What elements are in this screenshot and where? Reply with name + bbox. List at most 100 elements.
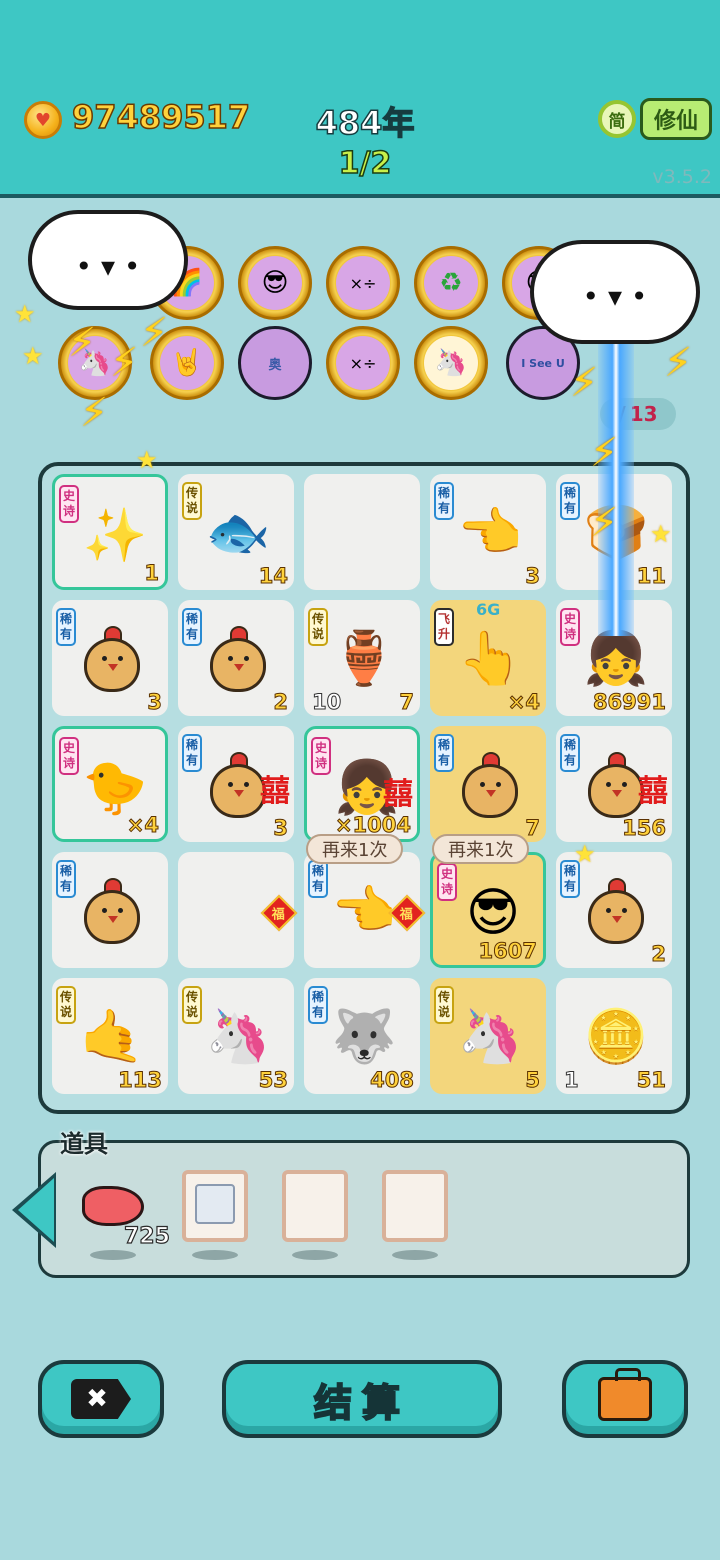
lightning-bolt-icon: ⚡ [140, 310, 169, 356]
chick-icon [208, 626, 268, 692]
hand-fu-icon: 👈 [331, 880, 397, 941]
board-cell[interactable]: 飞升 👆 6G ×4 [430, 600, 546, 716]
chick-icon [208, 752, 268, 818]
board-cell[interactable]: 🪙 51 1 [556, 978, 672, 1094]
board-cell[interactable]: 福 [178, 852, 298, 968]
unicorn-coin-icon[interactable]: 🦄 [414, 326, 488, 400]
math-coin-icon[interactable]: ×÷ [326, 246, 400, 320]
lightning-bolt-icon: ⚡ [570, 360, 599, 406]
lightning-bolt-icon: ⚡ [80, 390, 109, 436]
liver-tool-icon[interactable] [82, 1186, 144, 1226]
tool-shadow [292, 1250, 338, 1260]
retry-bubble-left[interactable]: 再来1次 [306, 834, 404, 864]
board-cell[interactable]: 史诗 ✨ 1 [52, 474, 168, 590]
cloud-left-icon: • ▾ • [28, 210, 188, 310]
rarity-badge: 传说 [182, 482, 202, 520]
board-cell[interactable]: 稀有 2 [556, 852, 672, 968]
rarity-badge: 史诗 [59, 485, 79, 523]
item-count: 7 [525, 816, 541, 841]
rarity-badge: 稀有 [308, 860, 328, 898]
rarity-badge: 稀有 [182, 608, 202, 646]
cloud-right-icon: • ▾ • [530, 240, 700, 344]
close-icon: ✖ [71, 1379, 131, 1419]
husky-icon: 🐺 [331, 1006, 397, 1067]
rarity-badge: 稀有 [56, 608, 76, 646]
retry-bubble-right[interactable]: 再来1次 [432, 834, 530, 864]
board-cell[interactable]: 稀有囍 3 [178, 726, 294, 842]
board-cell[interactable]: 稀有 👈 福 [304, 852, 426, 968]
board-cell[interactable]: 传说 🤙 113 [52, 978, 168, 1094]
item-level: 10 [311, 690, 342, 715]
recycle-coin-icon[interactable]: ♻ [414, 246, 488, 320]
backpack-button[interactable] [562, 1360, 688, 1438]
chick-icon [82, 626, 142, 692]
item-count: 51 [636, 1068, 666, 1093]
tool-shadow [90, 1250, 136, 1260]
board-cell[interactable]: 传说 🏺 7 10 [304, 600, 420, 716]
board-cell[interactable]: 稀有 [52, 852, 168, 968]
board-cell[interactable]: 史诗 🐤 ×4 [52, 726, 168, 842]
double-happiness-icon: 囍 [638, 774, 668, 809]
unicorn-crossed-icon: 🦄 [457, 1006, 523, 1067]
lightning-beam [598, 336, 634, 636]
tool-slot-claw-machine[interactable] [182, 1170, 248, 1242]
star-icon: ★ [574, 840, 596, 868]
language-toggle-button[interactable]: 简 [598, 100, 636, 138]
rarity-badge: 传说 [182, 986, 202, 1024]
lightning-bolt-icon: ⚡ [590, 430, 619, 476]
chick-icon [586, 878, 646, 944]
item-count: ×4 [507, 690, 540, 715]
board-cell[interactable]: 史诗 👧 囍 ×1004 [304, 726, 420, 842]
board-cell[interactable]: 传说 🦄 53 [178, 978, 294, 1094]
fu-charm-icon: 福 [260, 894, 298, 932]
gold-coin-stars-icon: 🪙 [583, 1006, 649, 1067]
item-count: 14 [258, 564, 288, 589]
tools-prev-arrow-icon[interactable] [18, 1178, 54, 1242]
board-cell[interactable] [304, 474, 420, 590]
page-indicator: 1/2 [338, 145, 392, 182]
mode-button[interactable]: 修仙 [640, 98, 712, 140]
board-cell[interactable]: 稀有囍 156 [556, 726, 672, 842]
board-cell[interactable]: 稀有 7 [430, 726, 546, 842]
board-cell[interactable]: 稀有 2 [178, 600, 294, 716]
board-cell[interactable]: 史诗 😎 1607 [430, 852, 546, 968]
board-cell[interactable]: 稀有 🐺 408 [304, 978, 420, 1094]
star-icon: ★ [14, 300, 36, 328]
tool-shadow [392, 1250, 438, 1260]
double-happiness-icon: 囍 [383, 777, 413, 812]
chick-icon [586, 752, 646, 818]
double-happiness-icon: 囍 [260, 774, 290, 809]
rarity-badge: 史诗 [311, 737, 331, 775]
board-cell[interactable]: 稀有 👈 3 [430, 474, 546, 590]
tool-slot-empty[interactable] [382, 1170, 448, 1242]
rarity-badge: 传说 [56, 986, 76, 1024]
math-coin-icon[interactable]: ×÷ [326, 326, 400, 400]
unicorn-icon: 🦄 [205, 1006, 271, 1067]
golden-hand-icon: 👆 [457, 628, 523, 689]
item-level: 1 [564, 1068, 580, 1093]
item-count: 156 [622, 816, 667, 841]
item-count: 7 [399, 690, 415, 715]
board-cell[interactable]: 传说 🐟 14 [178, 474, 294, 590]
gold-hand-star-icon: 🤙 [79, 1006, 145, 1067]
tool-slot-empty[interactable] [282, 1170, 348, 1242]
rarity-badge: 史诗 [437, 863, 457, 901]
item-count: 3 [525, 564, 541, 589]
board-cell[interactable]: 稀有 3 [52, 600, 168, 716]
item-count: 3 [147, 690, 163, 715]
rarity-badge: 传说 [308, 608, 328, 646]
sunglasses-guy-coin-icon[interactable]: 😎 [238, 246, 312, 320]
tools-label: 道具 [60, 1130, 108, 1158]
star-icon: ★ [22, 342, 44, 370]
chick-icon [460, 752, 520, 818]
item-count: 1607 [478, 939, 537, 964]
briefcase-icon [598, 1368, 652, 1421]
jar-coin-icon[interactable]: 奥 [238, 326, 312, 400]
board-cell[interactable]: 传说 🦄 5 [430, 978, 546, 1094]
rarity-badge: 稀有 [434, 734, 454, 772]
cancel-button[interactable]: ✖ [38, 1360, 164, 1438]
lightning-bolt-icon: ⚡ [664, 340, 693, 386]
settle-button[interactable]: 结算 [222, 1360, 502, 1438]
item-count: 86991 [592, 690, 666, 715]
item-count: ×4 [126, 813, 159, 838]
